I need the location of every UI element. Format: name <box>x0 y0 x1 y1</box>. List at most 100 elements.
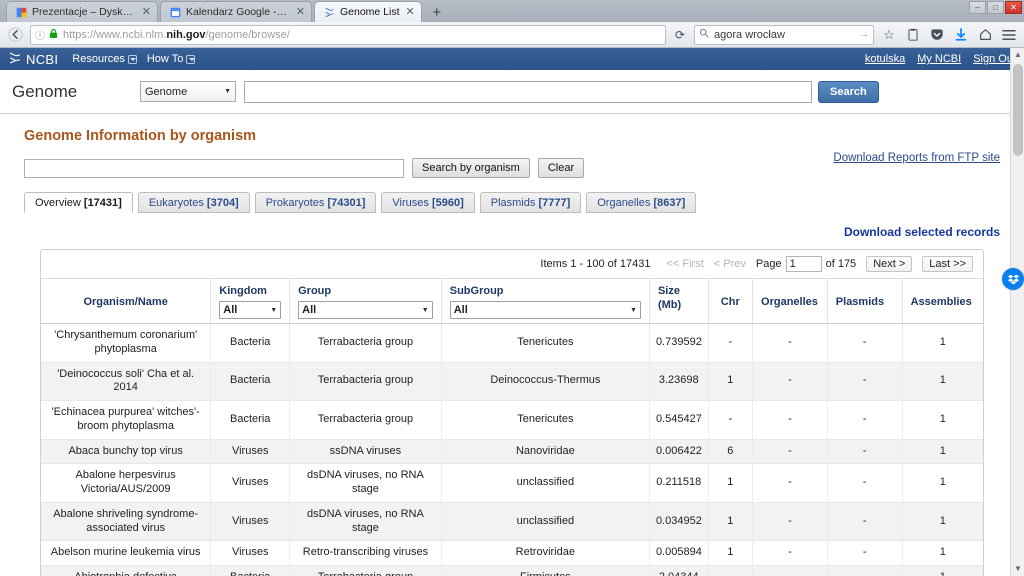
cell-chr: 1 <box>708 362 754 401</box>
window-controls: – □ ✕ <box>969 1 1022 14</box>
cell-kingdom: Viruses <box>210 502 291 542</box>
star-icon[interactable]: ☆ <box>878 24 900 46</box>
dropbox-icon[interactable] <box>1002 268 1024 290</box>
tab-viruses[interactable]: Viruses [5960] <box>381 192 475 213</box>
browser-tab-1[interactable]: Kalendarz Google - Miesią... ✕ <box>160 1 312 22</box>
cell-organism[interactable]: 'Echinacea purpurea' witches'-broom phyt… <box>41 400 212 440</box>
tab-organelles[interactable]: Organelles [8637] <box>586 192 697 213</box>
first-page-button[interactable]: << First <box>666 258 703 270</box>
ncbi-username-link[interactable]: kotulska <box>865 53 905 65</box>
download-reports-ftp-link[interactable]: Download Reports from FTP site <box>833 152 1000 164</box>
browser-tab-2[interactable]: Genome List ✕ <box>314 1 422 22</box>
organism-search-input[interactable] <box>24 158 404 178</box>
ncbi-icon <box>323 6 335 18</box>
search-by-organism-button[interactable]: Search by organism <box>412 158 530 178</box>
ncbi-search-button[interactable]: Search <box>818 80 879 103</box>
cell-group: Terrabacteria group <box>289 323 442 363</box>
th-plasmids[interactable]: Plasmids <box>827 279 903 324</box>
tab-prokaryotes[interactable]: Prokaryotes [74301] <box>254 192 377 213</box>
tab-viruses-label: Viruses <box>392 196 429 209</box>
page-scrollbar[interactable]: ▲ ▼ <box>1010 48 1024 576</box>
th-chr[interactable]: Chr <box>708 279 754 324</box>
tab-overview[interactable]: Overview [17431] <box>24 192 133 213</box>
cell-organism[interactable]: Abiotrophia defectiva <box>41 565 212 576</box>
cell-subgroup: unclassified <box>441 502 650 542</box>
menu-icon[interactable] <box>998 24 1020 46</box>
download-selected-records-link[interactable]: Download selected records <box>24 225 1000 239</box>
reload-icon[interactable]: ⟳ <box>670 28 690 42</box>
minimize-button[interactable]: – <box>969 1 986 14</box>
ncbi-top-bar: NCBI Resources How To kotulska My NCBI S… <box>0 48 1024 70</box>
close-icon[interactable]: ✕ <box>296 6 305 18</box>
page-number-input[interactable]: 1 <box>785 256 822 272</box>
close-icon[interactable]: ✕ <box>142 6 151 18</box>
kingdom-filter-select[interactable]: All ▼ <box>219 301 282 319</box>
pocket-icon[interactable] <box>926 24 948 46</box>
cell-subgroup: Deinococcus-Thermus <box>441 362 650 401</box>
page-info-icon[interactable]: ⓘ <box>35 27 45 42</box>
th-chr-label: Chr <box>720 296 740 308</box>
cell-organism[interactable]: Abaca bunchy top virus <box>41 439 212 465</box>
last-page-button[interactable]: Last >> <box>922 256 973 272</box>
cell-organism[interactable]: Abalone herpesvirus Victoria/AUS/2009 <box>41 463 212 503</box>
arrow-right-icon[interactable]: → <box>859 29 869 40</box>
group-filter-select[interactable]: All ▼ <box>298 301 433 319</box>
close-icon[interactable]: ✕ <box>406 6 415 18</box>
tab-eukaryotes[interactable]: Eukaryotes [3704] <box>137 192 250 213</box>
tab-eukaryotes-count: [3704] <box>206 196 239 209</box>
th-organelles[interactable]: Organelles <box>752 279 828 324</box>
cell-organism[interactable]: Abelson murine leukemia virus <box>41 540 212 566</box>
browser-toolbar-icons: ☆ <box>878 24 1020 46</box>
reader-icon[interactable] <box>902 24 924 46</box>
cell-size: 0.211518 <box>649 463 709 503</box>
cell-group: ssDNA viruses <box>289 439 442 465</box>
address-bar[interactable]: ⓘ https://www.ncbi.nlm.nih.gov/genome/br… <box>30 24 666 45</box>
subgroup-filter-value: All <box>453 304 468 316</box>
cell-kingdom: Viruses <box>210 540 291 566</box>
cell-chr: - <box>708 565 754 576</box>
cell-organism[interactable]: Abalone shriveling syndrome-associated v… <box>41 502 212 542</box>
home-icon[interactable] <box>974 24 996 46</box>
back-arrow-icon[interactable] <box>4 24 26 46</box>
ncbi-howto-menu[interactable]: How To <box>147 53 196 65</box>
table-row: 'Chrysanthemum coronarium' phytoplasma Ba… <box>41 323 983 363</box>
th-group-label: Group <box>298 285 332 297</box>
cell-organelles: - <box>752 502 828 542</box>
next-page-button[interactable]: Next > <box>866 256 913 272</box>
th-assemblies[interactable]: Assemblies <box>902 279 983 324</box>
browser-search-bar[interactable]: agora wrocław → <box>694 24 874 45</box>
subgroup-filter-select[interactable]: All ▼ <box>449 301 641 319</box>
prev-page-button[interactable]: < Prev <box>714 258 746 270</box>
maximize-button[interactable]: □ <box>987 1 1004 14</box>
category-tabs: Overview [17431] Eukaryotes [3704] Proka… <box>24 192 1000 213</box>
browser-tab-0[interactable]: Prezentacje – Dysk Google ✕ <box>6 1 158 22</box>
ncbi-resources-menu[interactable]: Resources <box>72 53 137 65</box>
table-row: 'Echinacea purpurea' witches'-broom phyt… <box>41 400 983 440</box>
window-close-button[interactable]: ✕ <box>1005 1 1022 14</box>
genome-table-body: 'Chrysanthemum coronarium' phytoplasma Ba… <box>41 323 983 576</box>
chevron-down-icon <box>186 54 196 64</box>
th-subgroup: SubGroup All ▼ <box>441 279 650 324</box>
cell-organism[interactable]: 'Chrysanthemum coronarium' phytoplasma <box>41 323 212 363</box>
new-tab-button[interactable]: + <box>426 2 448 22</box>
scroll-down-icon[interactable]: ▼ <box>1011 562 1024 576</box>
cell-organism[interactable]: 'Deinococcus soli' Cha et al. 2014 <box>41 362 212 401</box>
cell-group: Terrabacteria group <box>289 362 442 401</box>
th-organism[interactable]: Organism/Name <box>41 279 212 324</box>
th-kingdom: Kingdom All ▼ <box>210 279 291 324</box>
cell-plasmids: - <box>827 362 903 401</box>
ncbi-logo[interactable]: NCBI <box>8 51 58 68</box>
cell-kingdom: Bacteria <box>210 362 291 401</box>
clear-button[interactable]: Clear <box>537 158 585 178</box>
download-icon[interactable] <box>950 24 972 46</box>
scrollbar-thumb[interactable] <box>1013 64 1023 156</box>
scroll-up-icon[interactable]: ▲ <box>1011 48 1024 62</box>
ncbi-resources-label: Resources <box>72 53 125 65</box>
ncbi-search-input[interactable] <box>244 80 812 103</box>
tab-plasmids[interactable]: Plasmids [7777] <box>479 192 582 213</box>
database-select[interactable]: Genome ▼ <box>140 81 236 102</box>
tab-prokaryotes-label: Prokaryotes <box>265 196 325 209</box>
my-ncbi-link[interactable]: My NCBI <box>917 53 961 65</box>
th-size[interactable]: Size (Mb) <box>649 279 709 324</box>
google-calendar-icon <box>169 6 181 18</box>
